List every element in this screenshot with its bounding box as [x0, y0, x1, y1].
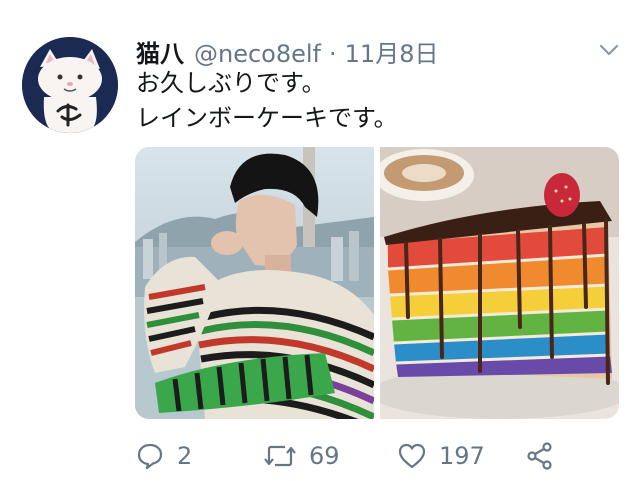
tweet-date[interactable]: 11月8日 [345, 34, 439, 69]
retweet-count: 69 [309, 442, 340, 470]
share-icon [525, 441, 555, 471]
chevron-down-icon[interactable] [597, 40, 621, 60]
photo-man-striped-sweater[interactable] [135, 147, 374, 419]
heart-icon [397, 441, 427, 471]
share-button[interactable] [525, 436, 555, 476]
tweet-text-line-1: お久しぶりです。 [136, 69, 326, 97]
tweet-text-line-2: レインボーケーキです。 [136, 104, 398, 132]
reply-count: 2 [177, 442, 193, 470]
avatar[interactable] [22, 37, 118, 133]
retweet-button[interactable]: 69 [263, 436, 340, 476]
separator-dot: · [329, 40, 337, 68]
media-grid [135, 147, 619, 419]
tweet-text: お久しぶりです。 レインボーケーキです。 [136, 66, 398, 136]
retweet-icon [263, 441, 297, 471]
tweet-header: 猫八 @neco8elf · 11月8日 [136, 34, 439, 69]
like-count: 197 [439, 442, 485, 470]
photo-rainbow-cake[interactable] [380, 147, 619, 419]
tweet-actions: 2 69 197 [135, 436, 619, 476]
like-button[interactable]: 197 [397, 436, 485, 476]
reply-button[interactable]: 2 [135, 436, 192, 476]
author-name[interactable]: 猫八 [136, 34, 184, 69]
reply-icon [135, 441, 165, 471]
author-handle[interactable]: @neco8elf [194, 40, 321, 68]
cat-mascot-avatar-image [22, 37, 118, 133]
